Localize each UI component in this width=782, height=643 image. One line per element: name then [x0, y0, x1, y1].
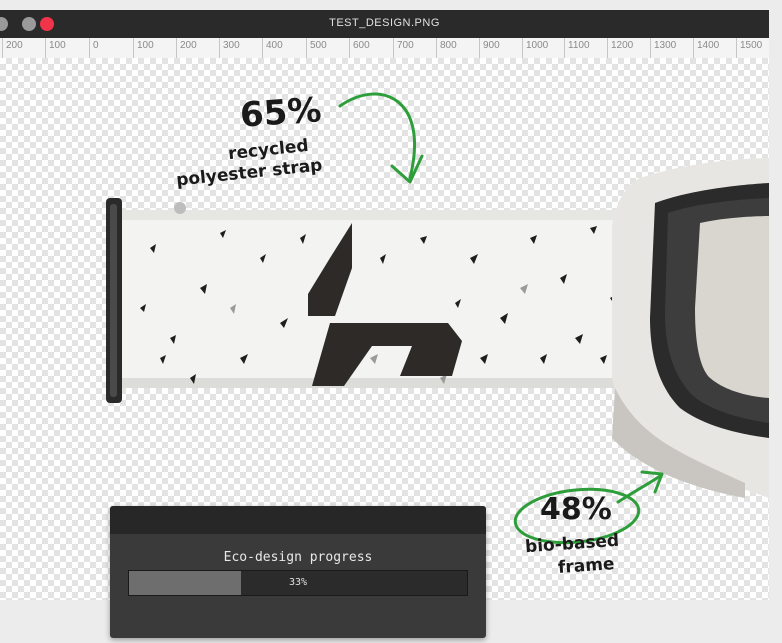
- annotation-bottom-line2: frame: [557, 554, 616, 578]
- ruler-label: 1500: [736, 38, 762, 58]
- ruler-label: 1100: [564, 38, 590, 58]
- panel-header[interactable]: [110, 506, 486, 534]
- ruler-label: 900: [479, 38, 500, 58]
- progress-title: Eco-design progress: [223, 550, 373, 565]
- ruler-label: 200: [2, 38, 23, 58]
- window-title: TEST_DESIGN.PNG: [329, 17, 440, 29]
- arrow-bottom: [616, 474, 662, 504]
- strap: [112, 210, 632, 388]
- ruler-label: 400: [262, 38, 283, 58]
- progress-bar: 33%: [128, 570, 468, 596]
- progress-panel: Eco-design progress 33%: [110, 506, 486, 638]
- arrow-top: [338, 92, 417, 180]
- ruler-label: 100: [45, 38, 66, 58]
- horizontal-ruler: 200 100 0 100 200 300 400 500 600 700 80…: [0, 38, 769, 59]
- annotation-top-percent: 65%: [238, 90, 323, 136]
- ruler-label: 700: [393, 38, 414, 58]
- ruler-label: 100: [133, 38, 154, 58]
- title-bar: TEST_DESIGN.PNG: [0, 10, 769, 38]
- ruler-label: 1000: [522, 38, 548, 58]
- ruler-label: 200: [176, 38, 197, 58]
- ruler-label: 0: [89, 38, 99, 58]
- progress-value-label: 33%: [288, 577, 308, 588]
- annotation-bottom-percent: 48%: [540, 492, 612, 527]
- ruler-label: 1300: [650, 38, 676, 58]
- ruler-label: 800: [436, 38, 457, 58]
- ruler-label: 600: [349, 38, 370, 58]
- ruler-label: 1400: [693, 38, 719, 58]
- ruler-label: 1200: [607, 38, 633, 58]
- ruler-label: 500: [306, 38, 327, 58]
- ruler-label: 300: [219, 38, 240, 58]
